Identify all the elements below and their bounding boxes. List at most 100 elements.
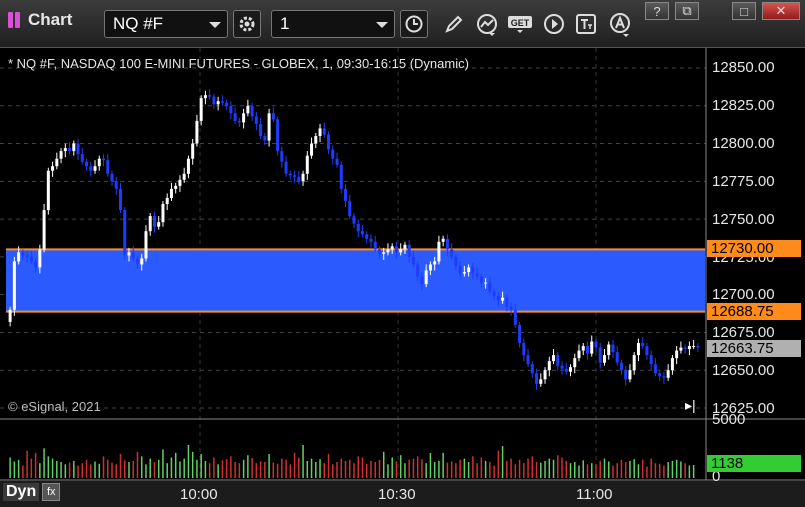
candle-body [632, 355, 636, 371]
scroll-to-end-icon[interactable]: ▸| [685, 397, 696, 414]
candle-body [51, 166, 55, 171]
candle-body [46, 170, 50, 211]
candle-body [339, 164, 343, 189]
candle-body [377, 249, 381, 254]
candle-body [165, 197, 169, 204]
text-tool-icon[interactable] [572, 10, 600, 38]
candle-body [373, 241, 377, 250]
candle-body [687, 346, 691, 350]
clock-icon[interactable] [400, 10, 428, 38]
interval-combo[interactable]: 1 [271, 10, 395, 38]
alert-icon[interactable] [606, 10, 634, 38]
chart-window-tab[interactable]: Chart [8, 10, 72, 30]
candle-body [535, 373, 539, 384]
candle-body [97, 158, 101, 167]
candle-body [21, 252, 25, 256]
chevron-down-icon [376, 22, 388, 28]
candle-body [178, 179, 182, 186]
candle-body [581, 346, 585, 351]
time-axis-label: 10:00 [180, 486, 218, 503]
candle-body [254, 116, 258, 124]
candle-body [420, 276, 424, 285]
symbol-combo[interactable]: NQ #F [104, 10, 228, 38]
candle-body [212, 96, 216, 105]
candle-body [152, 216, 156, 227]
candle-body [394, 246, 398, 253]
candle-body [696, 346, 700, 348]
candle-body [424, 270, 428, 285]
candle-body [628, 370, 632, 380]
last-price-tag: 12663.75 [707, 340, 801, 357]
candle-body [114, 181, 118, 189]
pencil-icon[interactable] [440, 10, 468, 38]
candle-body [25, 255, 29, 257]
candle-body [148, 216, 152, 232]
candle-body [169, 188, 173, 198]
price-axis-label: 12750.00 [712, 211, 775, 228]
help-button[interactable]: ? [645, 2, 669, 20]
candle-body [569, 367, 573, 372]
candle-body [263, 136, 267, 141]
candle-body [577, 350, 581, 359]
candle-body [675, 350, 679, 359]
candle-body [161, 204, 165, 223]
candle-body [85, 161, 89, 167]
candle-body [382, 252, 386, 254]
candle-body [144, 231, 148, 259]
candle-body [649, 355, 653, 365]
candle-body [505, 297, 509, 307]
candle-body [564, 368, 568, 372]
time-axis-label: 10:30 [378, 486, 416, 503]
price-chart[interactable] [0, 48, 805, 507]
candle-body [585, 346, 589, 354]
candle-body [573, 358, 577, 368]
study-pane-tab[interactable]: Dyn fx [3, 483, 61, 501]
restore-button[interactable]: ⧉ [675, 2, 699, 20]
price-axis-label: 12700.00 [712, 286, 775, 303]
formula-icon[interactable]: fx [42, 483, 61, 501]
candle-body [386, 249, 390, 253]
candle-body [242, 113, 246, 123]
candle-body [428, 264, 432, 271]
candle-body [522, 343, 526, 356]
candle-body [488, 282, 492, 292]
candle-body [203, 95, 207, 99]
candle-body [611, 344, 615, 353]
maximize-button[interactable]: □ [732, 2, 756, 20]
candle-body [539, 379, 543, 384]
candle-body [411, 256, 415, 265]
candle-body [594, 341, 598, 348]
candle-body [12, 261, 16, 310]
get-icon[interactable]: GET [506, 10, 534, 38]
candle-body [645, 346, 649, 356]
candle-body [225, 102, 229, 106]
candle-body [38, 249, 42, 268]
candle-body [284, 161, 288, 174]
price-zone-band[interactable] [6, 249, 705, 312]
chevron-down-icon [209, 22, 221, 28]
candle-body [518, 324, 522, 344]
gear-icon[interactable] [233, 10, 261, 38]
price-axis-label: 12775.00 [712, 173, 775, 190]
candle-body [624, 370, 628, 380]
candle-body [356, 223, 360, 232]
candle-body [670, 358, 674, 371]
candle-body [509, 306, 513, 310]
candle-body [186, 158, 190, 174]
upper-line-price-tag: 12730.00 [707, 240, 801, 258]
candle-body [590, 341, 594, 354]
candle-body [335, 158, 339, 165]
candle-body [692, 346, 696, 348]
time-axis-label: 11:00 [576, 486, 613, 503]
candle-body [352, 216, 356, 224]
candle-body [526, 355, 530, 365]
candle-body [479, 276, 483, 283]
svg-text:GET: GET [511, 18, 530, 28]
study-icon[interactable] [473, 10, 501, 38]
candle-body [195, 120, 199, 144]
candle-body [93, 166, 97, 171]
play-icon[interactable] [540, 10, 568, 38]
price-axis-label: 12825.00 [712, 97, 775, 114]
close-button[interactable]: ✕ [762, 2, 800, 20]
candle-body [496, 296, 500, 301]
